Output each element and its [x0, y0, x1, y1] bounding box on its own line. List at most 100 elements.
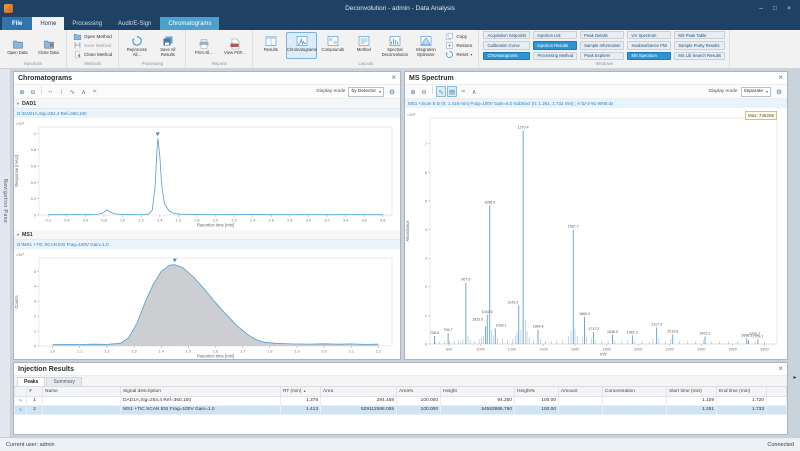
expand-panel-button[interactable]: ▸: [793, 374, 796, 381]
results-tab-peaks[interactable]: Peaks: [17, 377, 45, 386]
ribbon-button-view-pdf[interactable]: View PDF...: [219, 35, 250, 57]
table-row-2[interactable]: ∿2MS1 +TIC SCAN ESI Frag=100V Gain=1.01.…: [15, 405, 787, 414]
window-toggle-injection-results[interactable]: Injection Results: [533, 41, 577, 49]
window-toggle-acquisition-setpoints[interactable]: Acquisition Setpoints: [483, 31, 530, 39]
close-icon[interactable]: ×: [778, 74, 783, 82]
tab-processing[interactable]: Processing: [64, 17, 110, 30]
tab-chromatograms[interactable]: Chromatograms: [160, 17, 219, 30]
window-toggle-calibration-curve[interactable]: Calibration Curve: [483, 41, 530, 49]
overlay-icon[interactable]: ≈: [458, 86, 468, 97]
fit-icon[interactable]: ↕: [57, 86, 67, 97]
column-header-signal-description[interactable]: Signal description: [121, 387, 281, 396]
layout-chrom-icon: [296, 35, 308, 47]
column-header-area[interactable]: Area: [321, 387, 397, 396]
svg-text:907.6: 907.6: [461, 278, 470, 282]
column-header-num[interactable]: #: [27, 387, 43, 396]
ribbon-button-save-all-results[interactable]: Save All Results: [152, 32, 183, 59]
peaks-icon[interactable]: ∿: [68, 86, 78, 97]
ribbon-button-spectral-deconvolution[interactable]: Spectral Deconvolution: [379, 32, 410, 59]
window-toggle-isoabsorbance-plot[interactable]: Isoabsorbance Plot: [627, 41, 671, 49]
settings-gear-icon[interactable]: ⚙: [774, 86, 784, 97]
ribbon-button-open-data[interactable]: Open Data: [2, 35, 33, 57]
ms-spectrum-signal-info[interactable]: MS1 +Scan E B (rt: 1.419 min) Frag=100V …: [405, 99, 787, 108]
window-toggle-uv-spectrum[interactable]: UV Spectrum: [627, 31, 671, 39]
zoom-in-icon[interactable]: ⊕: [408, 86, 418, 97]
ms1-signal-info[interactable]: D:\MS1 +TIC SCAN ESI Frag=100V Gain=1.0: [14, 240, 400, 249]
close-button[interactable]: ×: [782, 2, 796, 15]
maximize-button[interactable]: □: [768, 2, 782, 15]
layout-spectral-icon: [389, 35, 401, 47]
window-toggle-ms-lib-search-results[interactable]: MS Lib Search Results: [674, 52, 725, 60]
ribbon-button-open-method[interactable]: Open Method: [71, 33, 114, 41]
window-toggle-ms-peak-table[interactable]: MS Peak Table: [674, 31, 725, 39]
window-toggle-processing-method[interactable]: Processing Method: [533, 52, 577, 60]
signal-icon: ∿: [18, 407, 22, 413]
ms1-section-header[interactable]: ▾ MS1: [14, 230, 400, 240]
minimize-button[interactable]: –: [754, 2, 768, 15]
ribbon-button-method[interactable]: Method: [348, 32, 379, 59]
column-header-concentration[interactable]: Concentration: [603, 387, 667, 396]
dad1-signal-info[interactable]: D:\DAD1A,Sig=254,4 Ref=360,100: [14, 109, 400, 118]
cell: [603, 405, 667, 414]
window-toggle-ms-spectrum[interactable]: MS Spectrum: [627, 52, 671, 60]
tile-icon[interactable]: ▤: [447, 86, 457, 97]
ms-spectrum-chart[interactable]: 8001000120014001600180020002200240026002…: [405, 108, 787, 359]
ribbon-button-chromatograms[interactable]: Chromatograms: [286, 32, 317, 59]
ribbon-button-save-method[interactable]: Save Method: [71, 42, 114, 50]
ribbon-button-integration-optimizer[interactable]: Integration Optimizer: [410, 32, 441, 59]
injection-results-tabs: PeaksSummary: [14, 376, 787, 387]
ribbon-button-reset[interactable]: Reset▾: [443, 51, 474, 59]
svg-text:3: 3: [34, 300, 36, 304]
window-toggle-injection-list[interactable]: Injection List: [533, 31, 577, 39]
window-toggle-sample-information[interactable]: Sample Information: [580, 41, 624, 49]
ribbon-button-close-method[interactable]: Close Method: [71, 51, 114, 59]
column-header-rt-min[interactable]: RT (min) ▲: [281, 387, 321, 396]
window-toggle-sample-purity-results[interactable]: Sample Purity Results: [674, 41, 725, 49]
zoom-out-icon[interactable]: ⊖: [419, 86, 429, 97]
toolbar-icon-group: ⊕⊖ ∿▤≈∧: [408, 86, 479, 97]
column-header-end-time-min[interactable]: End time (min): [717, 387, 767, 396]
baseline-icon[interactable]: ∧: [79, 86, 89, 97]
window-toggle-peak-explorer[interactable]: Peak Explorer: [580, 52, 624, 60]
dad1-chart[interactable]: 0.20.40.60.81.01.21.41.61.82.02.22.42.62…: [14, 118, 400, 230]
ribbon-button-copy[interactable]: Copy: [443, 33, 474, 41]
tab-file[interactable]: File: [2, 17, 32, 30]
ribbon-button-close-data[interactable]: Close Data: [33, 35, 64, 57]
results-tab-summary[interactable]: Summary: [46, 377, 81, 386]
pan-icon[interactable]: ↔: [45, 86, 56, 97]
ribbon-button-reprocess-all[interactable]: Reprocess All...: [121, 32, 152, 59]
close-icon[interactable]: ×: [778, 365, 783, 373]
column-header-amount[interactable]: Amount: [559, 387, 603, 396]
settings-gear-icon[interactable]: ⚙: [387, 86, 397, 97]
svg-text:Counts: Counts: [14, 295, 19, 308]
ribbon-button-results[interactable]: Results: [255, 32, 286, 59]
column-header-height[interactable]: Height: [441, 387, 515, 396]
dad1-section-header[interactable]: ▾ DAD1: [14, 99, 400, 109]
peaks-icon[interactable]: ∿: [436, 86, 446, 97]
zoom-in-icon[interactable]: ⊕: [17, 86, 27, 97]
navigation-pane-tab[interactable]: Navigation Pane: [0, 69, 11, 437]
display-mode-select[interactable]: by Detector ▾: [348, 87, 384, 97]
overlay-icon[interactable]: ≈: [90, 86, 100, 97]
ribbon-button-compounds[interactable]: Compounds: [317, 32, 348, 59]
column-header-name[interactable]: Name: [43, 387, 121, 396]
tab-home[interactable]: Home: [32, 17, 64, 30]
tab-audit-e-sign[interactable]: Audit/E-Sign: [110, 17, 159, 30]
display-mode-select[interactable]: Separate ▾: [741, 87, 771, 97]
ribbon-button-restore[interactable]: Restore: [443, 42, 474, 50]
column-header-start-time-min[interactable]: Start time (min): [667, 387, 717, 396]
printer-icon: [198, 38, 210, 50]
ribbon-button-print-all[interactable]: Print All...: [188, 35, 219, 57]
baseline-icon[interactable]: ∧: [469, 86, 479, 97]
results-table-container: #NameSignal descriptionRT (min) ▲AreaAre…: [14, 387, 787, 434]
svg-text:3.2: 3.2: [324, 219, 329, 223]
close-icon[interactable]: ×: [391, 74, 396, 82]
window-toggle-chromatograms[interactable]: Chromatograms: [483, 52, 530, 60]
window-toggle-peak-details[interactable]: Peak Details: [580, 31, 624, 39]
zoom-out-icon[interactable]: ⊖: [28, 86, 38, 97]
column-header-area[interactable]: Area%: [397, 387, 441, 396]
table-row-1[interactable]: ∿1DAD1A,Sig=254,4 Ref=360,1001.378294.45…: [15, 396, 787, 405]
svg-text:0.4: 0.4: [31, 181, 36, 185]
column-header-height[interactable]: Height%: [515, 387, 559, 396]
ms1-chart[interactable]: 1.01.11.21.31.41.51.61.71.81.92.02.12.20…: [14, 249, 400, 360]
